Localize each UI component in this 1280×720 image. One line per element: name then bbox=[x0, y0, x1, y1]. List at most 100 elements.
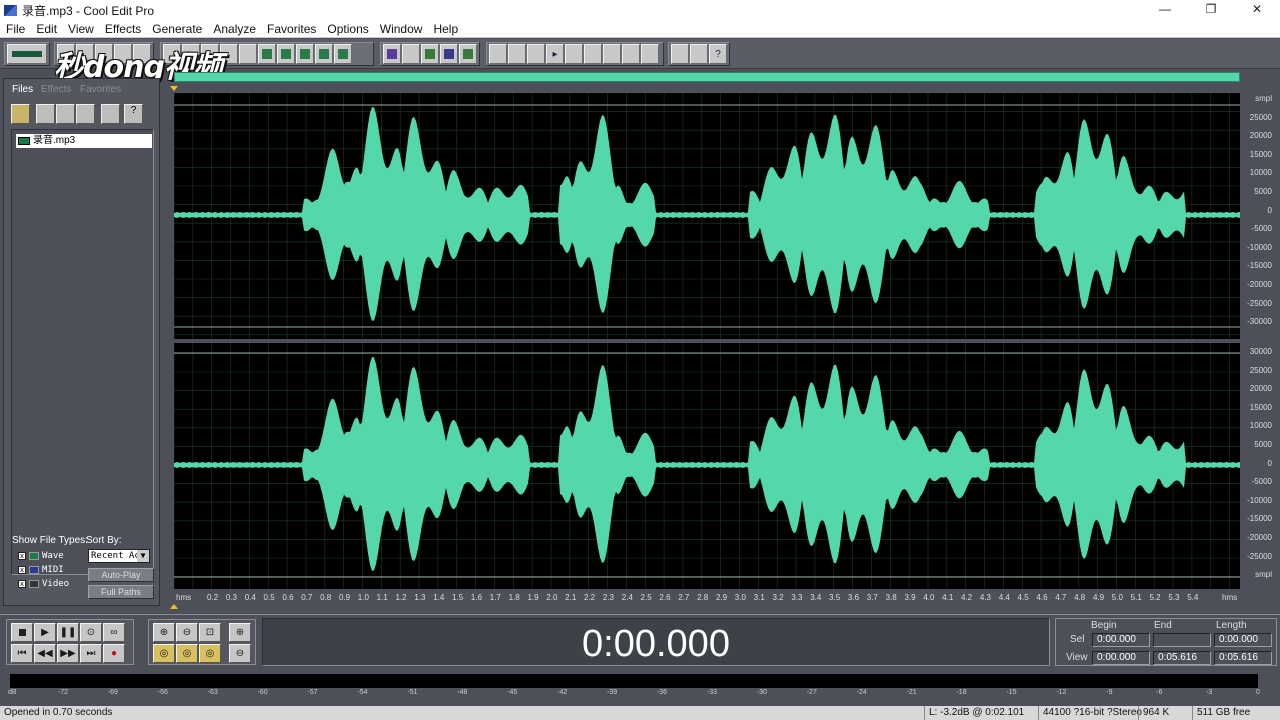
waveform-view-button[interactable] bbox=[383, 44, 401, 64]
filetype-video-row[interactable]: x Video bbox=[18, 579, 69, 589]
paste-button[interactable] bbox=[220, 44, 238, 64]
show-grid-button[interactable] bbox=[421, 44, 439, 64]
menu-options[interactable]: Options bbox=[321, 22, 373, 36]
fast-forward-button[interactable]: ▶▶ bbox=[57, 644, 79, 663]
zoom-right-icon[interactable]: ◎ bbox=[176, 644, 198, 663]
scripts-button[interactable]: ▸ bbox=[546, 44, 564, 64]
frequency-analysis-button[interactable] bbox=[565, 44, 583, 64]
tab-favorites[interactable]: Favorites bbox=[76, 82, 125, 98]
sel-length-field[interactable]: 0:00.000 bbox=[1214, 633, 1272, 647]
favorites-button[interactable] bbox=[671, 44, 689, 64]
zoom-in-icon[interactable]: ⊕ bbox=[153, 623, 175, 642]
hardware-button[interactable] bbox=[641, 44, 659, 64]
filetype-wave-row[interactable]: x Wave bbox=[18, 551, 64, 561]
cue-list-button[interactable] bbox=[508, 44, 526, 64]
delete-silence-button[interactable] bbox=[296, 44, 314, 64]
sort-by-select[interactable]: Recent Ac ▼ bbox=[88, 549, 150, 563]
view-begin-field[interactable]: 0:00.000 bbox=[1092, 651, 1150, 665]
time-display: 0:00.000 bbox=[262, 618, 1050, 666]
end-marker-icon[interactable] bbox=[170, 604, 178, 609]
spectral-view-button[interactable] bbox=[402, 44, 420, 64]
trim-button[interactable] bbox=[277, 44, 295, 64]
open-folder-icon[interactable] bbox=[11, 104, 30, 124]
stop-button[interactable] bbox=[11, 623, 33, 642]
menu-edit[interactable]: Edit bbox=[30, 22, 62, 36]
minimize-button[interactable]: — bbox=[1142, 0, 1188, 20]
playlist-button[interactable] bbox=[527, 44, 545, 64]
chevron-down-icon[interactable]: ▼ bbox=[137, 550, 149, 562]
waveform-display[interactable] bbox=[173, 92, 1240, 591]
view-tools-group bbox=[380, 42, 480, 66]
zoom-in-vertical-icon[interactable]: ⊕ bbox=[229, 623, 251, 642]
overview-bar[interactable] bbox=[174, 72, 1240, 82]
record-button[interactable]: ● bbox=[103, 644, 125, 663]
close-button[interactable]: ✕ bbox=[1234, 0, 1280, 20]
maximize-button[interactable]: ❐ bbox=[1188, 0, 1234, 20]
help-icon[interactable]: ? bbox=[124, 104, 143, 124]
find-beats-button[interactable] bbox=[334, 44, 352, 64]
checkbox-midi[interactable]: x bbox=[18, 566, 26, 574]
sort-by-label: Sort By: bbox=[86, 535, 122, 546]
zoom-selection-icon[interactable]: ◎ bbox=[199, 644, 221, 663]
menu-effects[interactable]: Effects bbox=[99, 22, 146, 36]
amplitude-tick: -10000 bbox=[1247, 495, 1272, 505]
zoom-out-icon[interactable]: ⊖ bbox=[176, 623, 198, 642]
context-help-button[interactable] bbox=[690, 44, 708, 64]
menu-window[interactable]: Window bbox=[374, 22, 428, 36]
go-to-end-button[interactable]: ⏭ bbox=[80, 644, 102, 663]
rewind-button[interactable]: ◀◀ bbox=[34, 644, 56, 663]
info-view-button[interactable] bbox=[459, 44, 477, 64]
mix-paste-button[interactable] bbox=[258, 44, 276, 64]
time-ruler[interactable]: hms hms 0.2 0.3 0.4 0.5 0.6 0.7 0.8 0.9 1.0 1.1 1.… bbox=[174, 589, 1240, 604]
checkbox-wave[interactable]: x bbox=[18, 552, 26, 560]
settings-button[interactable] bbox=[622, 44, 640, 64]
edit-file-icon[interactable] bbox=[76, 104, 95, 124]
play-button[interactable]: ▶ bbox=[34, 623, 56, 642]
snap-button[interactable] bbox=[315, 44, 333, 64]
insert-icon[interactable] bbox=[101, 104, 120, 124]
help-icon-button[interactable]: ? bbox=[709, 44, 727, 64]
cue-view-button[interactable] bbox=[440, 44, 458, 64]
loop-button[interactable]: ∞ bbox=[103, 623, 125, 642]
sel-end-field[interactable] bbox=[1153, 633, 1211, 647]
time-tick: 5.2 bbox=[1149, 593, 1161, 602]
close-file-icon[interactable] bbox=[36, 104, 55, 124]
time-tick: 1.4 bbox=[433, 593, 445, 602]
zoom-full-icon[interactable]: ⊡ bbox=[199, 623, 221, 642]
menu-favorites[interactable]: Favorites bbox=[261, 22, 321, 36]
zoom-out-vertical-icon[interactable]: ⊖ bbox=[229, 644, 251, 663]
multitrack-toggle-button[interactable] bbox=[7, 44, 47, 64]
time-tick: 2.7 bbox=[678, 593, 690, 602]
menu-view[interactable]: View bbox=[62, 22, 99, 36]
view-end-field[interactable]: 0:05.616 bbox=[1153, 651, 1211, 665]
level-tick: -66 bbox=[157, 689, 168, 696]
menu-generate[interactable]: Generate bbox=[146, 22, 207, 36]
menu-help[interactable]: Help bbox=[427, 22, 463, 36]
menu-analyze[interactable]: Analyze bbox=[207, 22, 261, 36]
mixer-button[interactable] bbox=[603, 44, 621, 64]
end-header: End bbox=[1154, 620, 1172, 631]
full-paths-button[interactable]: Full Paths bbox=[88, 585, 154, 599]
go-to-start-button[interactable]: ⏮ bbox=[11, 644, 33, 663]
start-marker-icon[interactable] bbox=[170, 86, 178, 91]
amplitude-tick: smpl bbox=[1255, 94, 1272, 103]
sort-by-value: Recent Ac bbox=[91, 551, 140, 561]
zoom-left-icon[interactable]: ◎ bbox=[153, 644, 175, 663]
paste-new-button[interactable] bbox=[239, 44, 257, 64]
sel-begin-field[interactable]: 0:00.000 bbox=[1092, 633, 1150, 647]
play-to-end-button[interactable]: ⊙ bbox=[80, 623, 102, 642]
level-tick: -33 bbox=[706, 689, 717, 696]
auto-play-button[interactable]: Auto-Play bbox=[88, 568, 154, 582]
checkbox-video[interactable]: x bbox=[18, 580, 26, 588]
tab-effects[interactable]: Effects bbox=[37, 82, 75, 98]
pause-button[interactable]: ❚❚ bbox=[57, 623, 79, 642]
tab-files[interactable]: Files bbox=[8, 82, 37, 98]
organizer-window-button[interactable] bbox=[489, 44, 507, 64]
statistics-button[interactable] bbox=[584, 44, 602, 64]
menu-file[interactable]: File bbox=[0, 22, 30, 36]
amplitude-tick: 15000 bbox=[1249, 149, 1272, 159]
file-item[interactable]: 录音.mp3 bbox=[16, 134, 152, 148]
close-all-icon[interactable] bbox=[56, 104, 75, 124]
filetype-midi-row[interactable]: x MIDI bbox=[18, 565, 64, 575]
view-length-field[interactable]: 0:05.616 bbox=[1214, 651, 1272, 665]
